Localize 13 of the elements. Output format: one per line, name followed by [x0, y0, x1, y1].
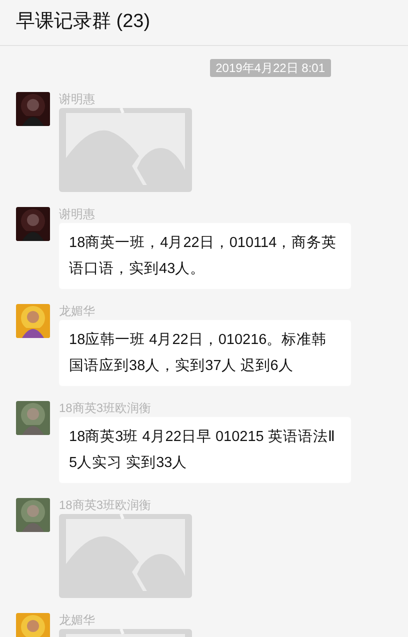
sender-name: 18商英3班欧润衡: [59, 498, 152, 512]
sender-name: 谢明惠: [59, 92, 95, 106]
message-bubble: 18商英3班 4月22日早 010215 英语语法Ⅱ 5人实习 实到33人: [59, 417, 351, 483]
chat-title: 早课记录群 (23): [16, 10, 150, 34]
message-bubble: 18商英一班，4月22日，010114，商务英语口语，实到43人。: [59, 223, 351, 289]
message-bubble: 18应韩一班 4月22日，010216。标准韩国语应到38人，实到37人 迟到6人: [59, 320, 351, 386]
sender-name: 18商英3班欧润衡: [59, 401, 152, 415]
sender-name: 龙媚华: [59, 304, 95, 318]
sender-name: 谢明惠: [59, 207, 95, 221]
timestamp: 2019年4月22日 8:01: [210, 59, 331, 77]
image-placeholder-icon[interactable]: [59, 514, 192, 598]
image-placeholder-icon[interactable]: [59, 108, 192, 192]
sender-name: 龙媚华: [59, 613, 95, 627]
